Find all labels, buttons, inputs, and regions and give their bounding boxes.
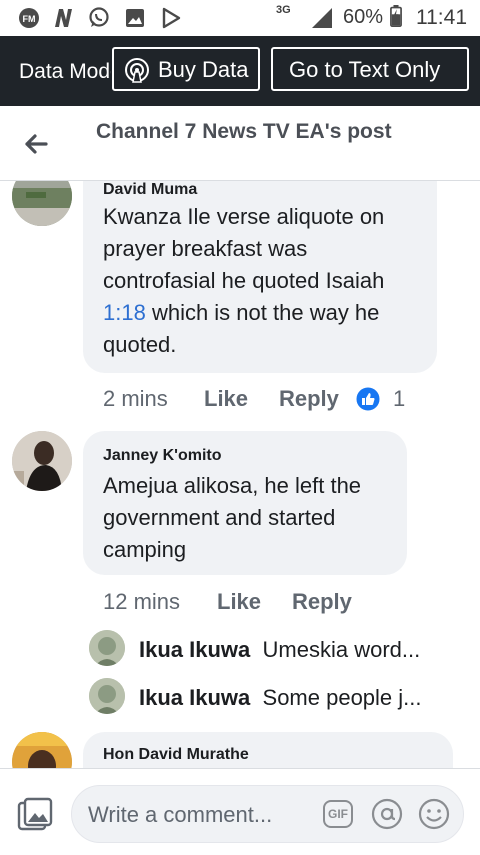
avatar[interactable]	[12, 431, 72, 491]
back-arrow-icon[interactable]	[22, 130, 50, 158]
comment-author[interactable]: Hon David Murathe	[103, 746, 249, 764]
verse-link[interactable]: 1:18	[103, 300, 146, 325]
battery-charging-icon	[390, 5, 402, 27]
like-button[interactable]: Like	[204, 386, 248, 412]
avatar[interactable]	[12, 732, 72, 768]
comment-author[interactable]: Janney K'omito	[103, 447, 222, 465]
go-to-text-only-label: Go to Text Only	[289, 57, 441, 82]
status-bar: FM 3G 60% 11:41	[0, 0, 480, 36]
data-mode-label: Data Mode	[19, 60, 111, 83]
like-button[interactable]: Like	[217, 589, 261, 615]
comment-bubble[interactable]: Hon David Murathe	[83, 732, 453, 768]
battery-percent: 60%	[343, 6, 384, 28]
reply-avatar[interactable]	[89, 678, 125, 714]
avatar[interactable]	[12, 181, 72, 226]
broadcast-icon	[125, 58, 149, 83]
like-reaction-icon[interactable]	[355, 386, 381, 412]
comment-input[interactable]: Write a comment... GIF	[71, 785, 464, 843]
comment-time: 12 mins	[103, 589, 181, 614]
reply-preview[interactable]: Ikua Ikuwa Umeskia word...	[139, 637, 420, 663]
fm-radio-icon: FM	[19, 8, 39, 28]
comment-author[interactable]: David Muma	[103, 181, 197, 199]
svg-text:FM: FM	[23, 14, 36, 24]
page-title: Channel 7 News TV EA's post	[96, 120, 392, 143]
reaction-count[interactable]: 1	[393, 386, 405, 412]
whatsapp-icon	[89, 7, 109, 27]
data-mode-banner: Data Mode Buy Data Go to Text Only	[0, 36, 480, 106]
signal-icon	[312, 8, 332, 28]
comment-bubble[interactable]: Janney K'omito Amejua alikosa, he left t…	[83, 431, 407, 575]
reply-avatar[interactable]	[89, 630, 125, 666]
reply-preview[interactable]: Ikua Ikuwa Some people j...	[139, 685, 422, 711]
buy-data-button[interactable]: Buy Data	[112, 47, 260, 91]
mention-icon[interactable]	[371, 798, 403, 830]
comment-text: Kwanza Ile verse aliquote on prayer brea…	[103, 204, 385, 357]
buy-data-label: Buy Data	[158, 57, 249, 82]
comment-placeholder: Write a comment...	[88, 802, 273, 827]
photo-icon[interactable]	[17, 797, 53, 833]
comment-time: 2 mins	[103, 386, 168, 411]
reply-button[interactable]: Reply	[292, 589, 352, 615]
clock: 11:41	[416, 6, 467, 29]
reply-button[interactable]: Reply	[279, 386, 339, 412]
post-header: Channel 7 News TV EA's post	[0, 106, 480, 181]
network-type: 3G	[276, 4, 291, 16]
comment-text: Amejua alikosa, he left the government a…	[103, 473, 362, 562]
comments-feed[interactable]: David Muma Kwanza Ile verse aliquote on …	[0, 181, 480, 768]
play-store-icon	[162, 7, 181, 29]
gallery-icon	[126, 9, 144, 27]
emoji-icon[interactable]	[418, 798, 450, 830]
comment-composer: Write a comment... GIF	[0, 768, 480, 855]
gif-button[interactable]: GIF	[323, 800, 353, 828]
n-notification-icon	[55, 9, 72, 27]
comment-bubble[interactable]: David Muma Kwanza Ile verse aliquote on …	[83, 181, 437, 373]
go-to-text-only-button[interactable]: Go to Text Only	[271, 47, 469, 91]
